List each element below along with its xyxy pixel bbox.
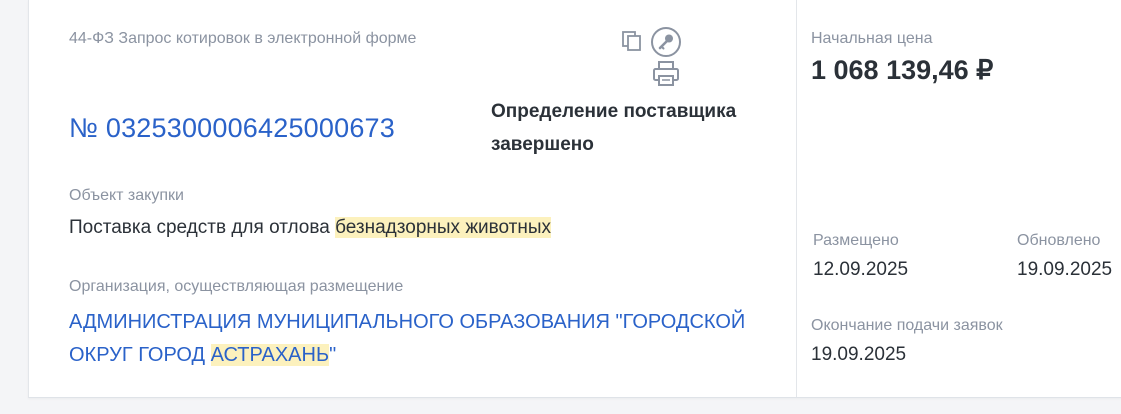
law-type-label: 44-ФЗ Запрос котировок в электронной фор… <box>69 30 417 47</box>
price-value: 1 068 139,46 ₽ <box>811 55 994 85</box>
purchase-card: 44-ФЗ Запрос котировок в электронной фор… <box>28 0 1121 398</box>
purchase-number-link[interactable]: № 0325300006425000673 <box>69 113 395 144</box>
object-text-highlight: безнадзорных животных <box>335 217 552 238</box>
org-text-plain: АДМИНИСТРАЦИЯ МУНИЦИПАЛЬНОГО ОБРАЗОВАНИЯ… <box>69 311 746 366</box>
org-text-highlight: АСТРАХАНЬ <box>210 344 330 366</box>
object-text-plain: Поставка средств для отлова <box>69 217 336 238</box>
card-divider <box>796 0 797 397</box>
org-text-tail: " <box>329 344 337 366</box>
deadline-date: 19.09.2025 <box>811 344 907 365</box>
deadline-label: Окончание подачи заявок <box>811 317 1003 334</box>
organization-label: Организация, осуществляющая размещение <box>69 278 404 295</box>
price-label: Начальная цена <box>811 30 933 47</box>
organization-link[interactable]: АДМИНИСТРАЦИЯ МУНИЦИПАЛЬНОГО ОБРАЗОВАНИЯ… <box>69 306 789 372</box>
printer-icon[interactable] <box>651 60 681 88</box>
updated-date: 19.09.2025 <box>1017 259 1113 280</box>
key-icon[interactable] <box>650 26 682 58</box>
published-label: Размещено <box>813 232 899 249</box>
object-label: Объект закупки <box>69 187 184 204</box>
copy-icon[interactable] <box>621 30 643 52</box>
status-line-2: завершено <box>491 134 594 155</box>
published-date: 12.09.2025 <box>813 259 909 280</box>
updated-label: Обновлено <box>1017 232 1101 249</box>
purchase-status: Определение поставщика завершено <box>491 95 736 161</box>
status-line-1: Определение поставщика <box>491 101 737 122</box>
object-text: Поставка средств для отлова безнадзорных… <box>69 217 552 239</box>
